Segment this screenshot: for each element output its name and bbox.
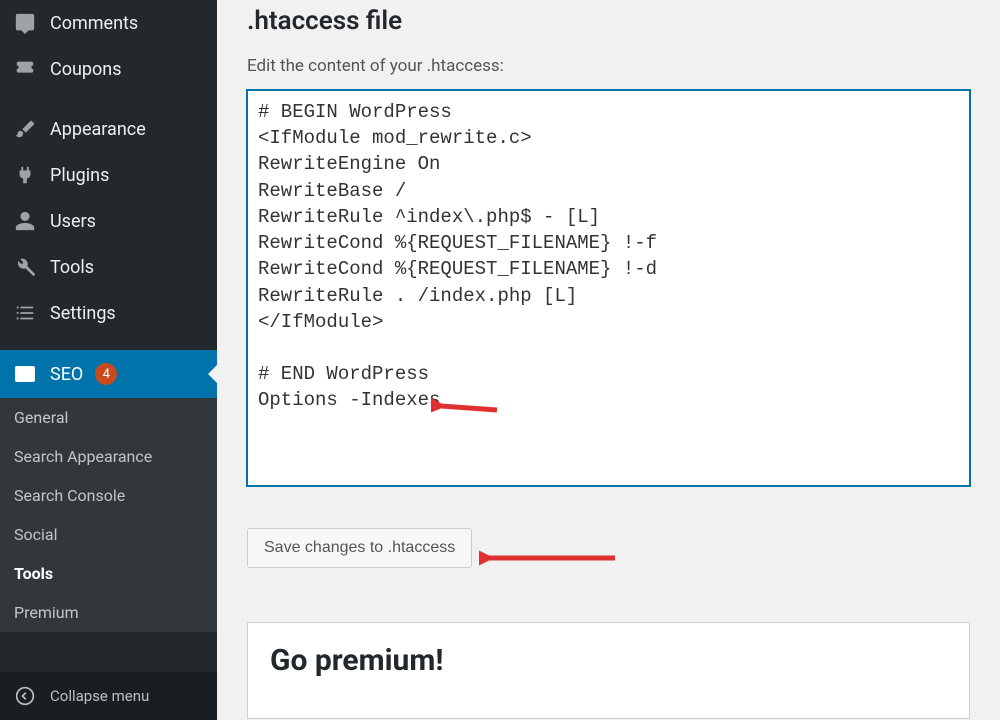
sidebar-item-settings[interactable]: Settings [0, 290, 217, 336]
sidebar-badge: 4 [95, 363, 117, 385]
sidebar-item-seo[interactable]: SEO 4 [0, 350, 217, 398]
htaccess-field-label: Edit the content of your .htaccess: [247, 56, 970, 76]
submenu-item-premium[interactable]: Premium [0, 593, 217, 632]
collapse-label: Collapse menu [50, 687, 149, 705]
brush-icon [12, 118, 38, 140]
plug-icon [12, 164, 38, 186]
submenu-item-search-console[interactable]: Search Console [0, 476, 217, 515]
main-content: .htaccess file Edit the content of your … [217, 0, 1000, 720]
admin-sidebar: Comments Coupons Appearance Plugins User [0, 0, 217, 720]
sidebar-item-label: Users [50, 211, 96, 232]
collapse-icon [12, 686, 38, 706]
comment-icon [12, 12, 38, 34]
sidebar-submenu: General Search Appearance Search Console… [0, 398, 217, 632]
yoast-icon [12, 362, 38, 386]
settings-icon [12, 302, 38, 324]
sidebar-item-label: Comments [50, 13, 138, 34]
submenu-item-social[interactable]: Social [0, 515, 217, 554]
collapse-menu-button[interactable]: Collapse menu [0, 672, 217, 720]
sidebar-item-tools[interactable]: Tools [0, 244, 217, 290]
sidebar-item-users[interactable]: Users [0, 198, 217, 244]
submenu-label: Search Appearance [14, 447, 152, 466]
ticket-icon [12, 58, 38, 80]
user-icon [12, 210, 38, 232]
sidebar-item-comments[interactable]: Comments [0, 0, 217, 46]
sidebar-item-label: Appearance [50, 119, 146, 140]
submenu-item-search-appearance[interactable]: Search Appearance [0, 437, 217, 476]
sidebar-item-label: Settings [50, 303, 116, 324]
save-htaccess-button[interactable]: Save changes to .htaccess [247, 528, 472, 568]
sidebar-item-label: Plugins [50, 165, 109, 186]
submenu-item-general[interactable]: General [0, 398, 217, 437]
submenu-item-tools[interactable]: Tools [0, 554, 217, 593]
submenu-label: Social [14, 525, 57, 544]
htaccess-textarea[interactable] [247, 90, 970, 486]
sidebar-item-appearance[interactable]: Appearance [0, 106, 217, 152]
sidebar-item-label: Tools [50, 257, 94, 278]
submenu-label: Search Console [14, 486, 125, 505]
sidebar-menu: Comments Coupons Appearance Plugins User [0, 0, 217, 672]
sidebar-item-label: SEO [50, 364, 83, 385]
section-title: .htaccess file [247, 6, 970, 36]
sidebar-item-label: Coupons [50, 59, 122, 80]
submenu-label: General [14, 408, 68, 427]
sidebar-item-plugins[interactable]: Plugins [0, 152, 217, 198]
premium-card: Go premium! [247, 622, 970, 719]
submenu-label: Tools [14, 564, 53, 583]
sidebar-item-coupons[interactable]: Coupons [0, 46, 217, 92]
wrench-icon [12, 256, 38, 278]
submenu-label: Premium [14, 603, 79, 622]
annotation-arrow-2 [479, 546, 619, 570]
premium-title: Go premium! [270, 643, 947, 678]
